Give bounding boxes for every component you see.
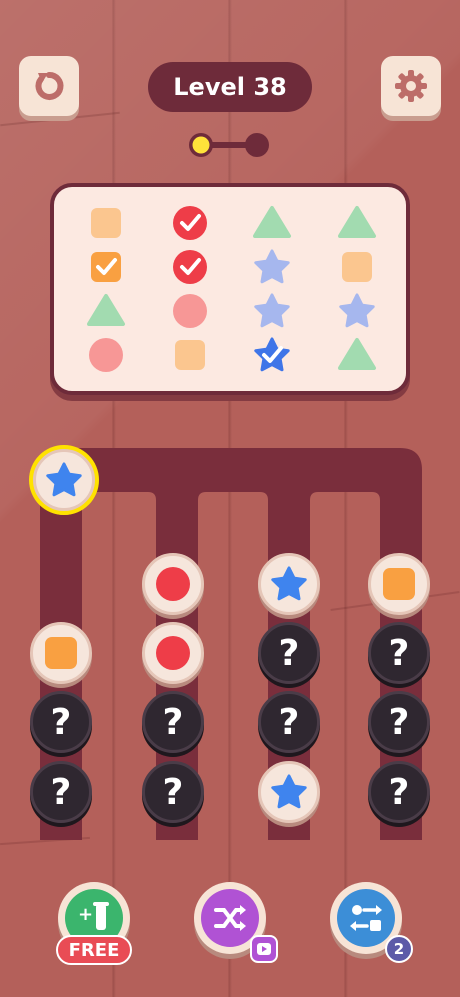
swap-count-badge: 2 [385,935,413,963]
free-label: FREE [68,939,120,961]
hidden-token[interactable]: ? [368,622,430,684]
goal-star [252,247,292,287]
free-tag: FREE [56,935,132,965]
add-tube-icon: + [78,902,109,930]
hidden-token[interactable]: ? [258,691,320,753]
video-ad-badge [250,935,278,963]
settings-button[interactable] [381,56,441,116]
goal-card [50,183,410,395]
red-circle-token[interactable] [142,622,204,684]
restart-button[interactable] [19,56,79,116]
level-label: Level 38 [173,73,287,101]
hidden-token[interactable]: ? [258,622,320,684]
svg-text:+: + [78,904,93,925]
level-title: Level 38 [148,62,312,112]
goal-circle [170,291,210,331]
hidden-token[interactable]: ? [142,691,204,753]
goal-triangle [86,291,126,331]
goal-circle-done [170,203,210,243]
orange-square-token[interactable] [30,622,92,684]
stage-progress [188,132,270,158]
restart-icon [35,72,64,100]
hidden-token[interactable]: ? [30,761,92,823]
goal-square [170,335,210,375]
hidden-token[interactable]: ? [142,761,204,823]
held-star-token[interactable] [33,449,95,511]
hidden-token[interactable]: ? [368,691,430,753]
goal-square [337,247,377,287]
goal-star [252,291,292,331]
stage-dot-next [245,133,269,157]
goal-triangle [337,203,377,243]
goal-circle [86,335,126,375]
gear-icon [395,70,427,102]
goal-triangle [337,335,377,375]
goal-circle-done [170,247,210,287]
red-circle-token[interactable] [142,553,204,615]
goal-square-done [86,247,126,287]
goal-star-done [252,335,292,375]
goal-square [86,203,126,243]
hidden-token[interactable]: ? [368,761,430,823]
video-ad-icon [257,943,271,955]
swap-count: 2 [393,940,405,958]
hidden-token[interactable]: ? [30,691,92,753]
swap-icon [350,905,382,931]
goal-triangle [252,203,292,243]
blue-star-token[interactable] [258,761,320,823]
shuffle-icon [214,905,246,931]
orange-square-token[interactable] [368,553,430,615]
goal-star [337,291,377,331]
blue-star-token[interactable] [258,553,320,615]
